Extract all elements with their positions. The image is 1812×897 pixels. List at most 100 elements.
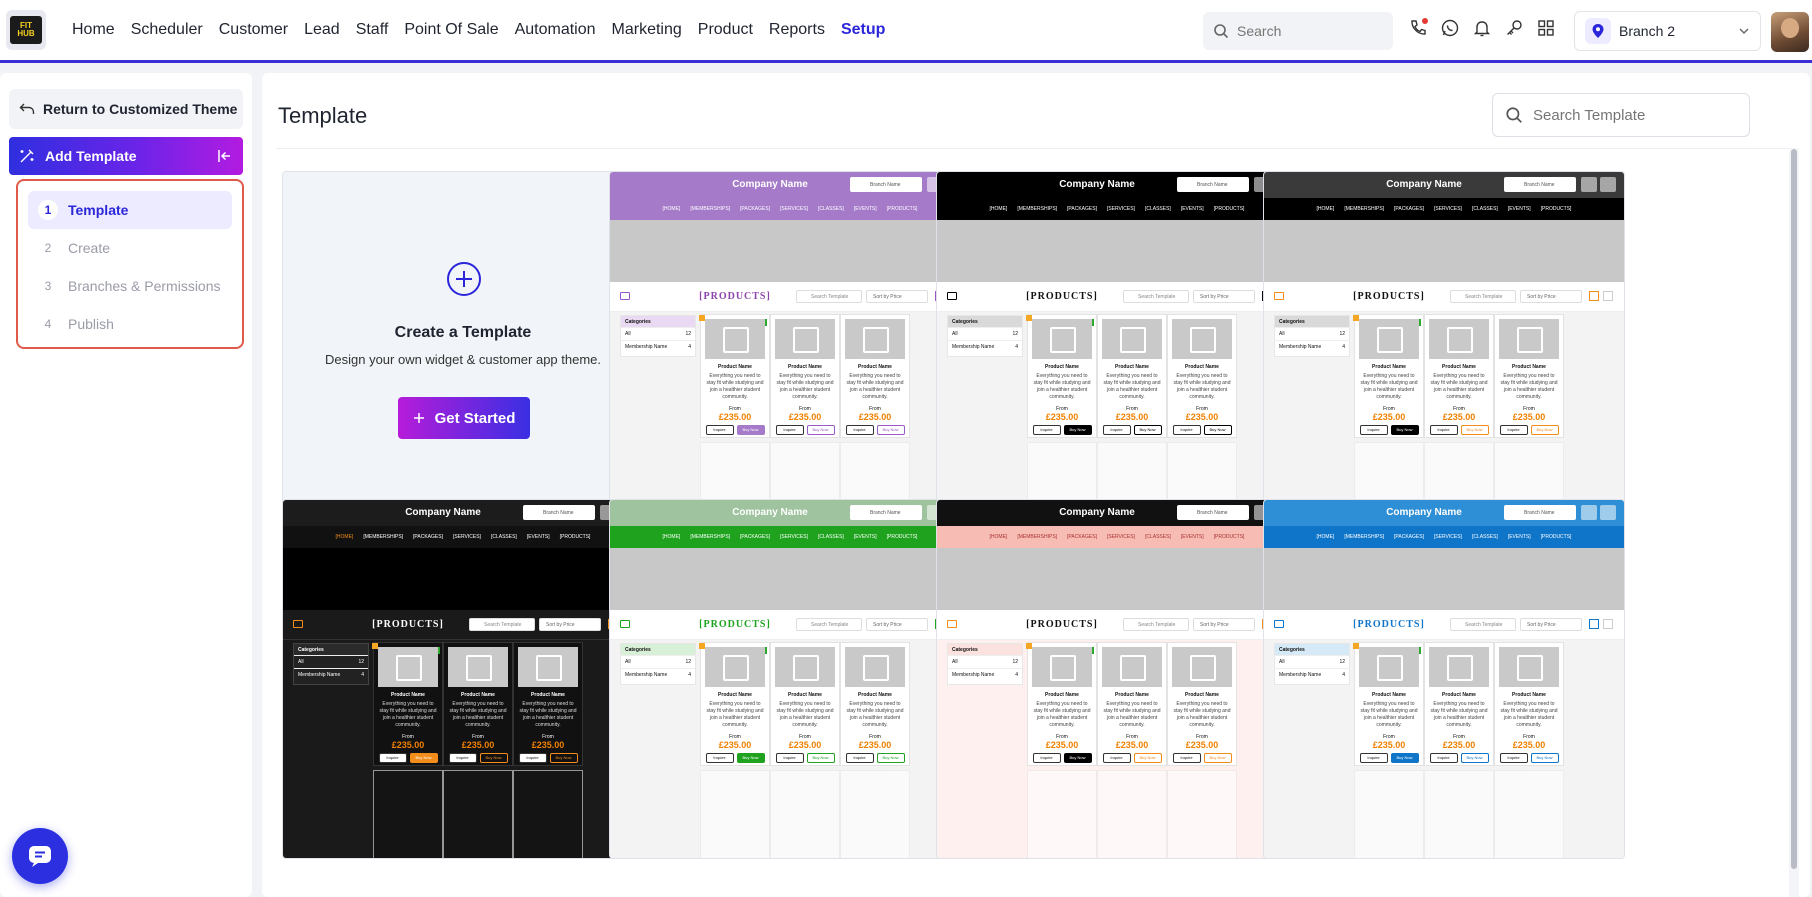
cat-membership-count: 4 (688, 672, 691, 678)
preview-products-title: [PRODUCTS] (1026, 619, 1098, 630)
preview-product-desc: Everything you need to stay fit while st… (1173, 373, 1231, 400)
nav-item-setup[interactable]: Setup (833, 21, 893, 39)
nav-item-customer[interactable]: Customer (211, 21, 296, 39)
preview-menu-item: [CLASSES] (817, 206, 844, 212)
preview-product-card: 33% OffProduct NameEverything you need t… (699, 642, 770, 766)
preview-sort: Sort by Price (866, 290, 928, 303)
preview-inquire: Inquire (1102, 753, 1131, 763)
preview-menu-item: [HOME] (989, 534, 1008, 540)
preview-menu: [HOME] [MEMBERSHIPS] [PACKAGES] [SERVICES] [… (937, 526, 1297, 548)
image-icon (1274, 292, 1284, 300)
nav-item-point-of-sale[interactable]: Point Of Sale (396, 21, 506, 39)
image-placeholder-icon (1102, 319, 1162, 359)
grid-view-icon (1589, 619, 1599, 629)
preview-inquire: Inquire (775, 753, 804, 763)
preview-body: Categories All 12 Membership Name 4 33% OffPr… (283, 640, 643, 858)
phone-icon[interactable] (1408, 18, 1428, 38)
preview-menu-item: [PACKAGES] (1394, 206, 1424, 212)
preview-product-card: Product Name Everything you need to stay … (443, 642, 513, 766)
preview-ghost-card (1027, 770, 1097, 858)
theme-card[interactable]: Company Name Branch Name [HOME] [MEMBERSHIP… (936, 499, 1298, 859)
preview-categories-title: Categories (294, 644, 368, 655)
theme-card-amethyst[interactable]: Company Name Branch Name [HOME] [MEMBERSHIP… (609, 171, 971, 531)
preview-ghost-card (1424, 770, 1494, 858)
nav-item-marketing[interactable]: Marketing (604, 21, 690, 39)
nav-item-product[interactable]: Product (690, 21, 761, 39)
wizard-step-publish[interactable]: 4 Publish (28, 305, 232, 343)
cat-all-count: 12 (685, 331, 691, 337)
preview-buy-now: Buy Now (1063, 425, 1092, 435)
return-to-customized-theme-button[interactable]: Return to Customized Theme (9, 89, 243, 129)
image-placeholder-icon (1429, 647, 1489, 687)
theme-card[interactable]: Company Name Branch Name [HOME] [MEMBERSHIP… (282, 499, 644, 859)
global-search[interactable] (1203, 12, 1393, 50)
branch-selector[interactable]: Branch 2 (1574, 11, 1761, 51)
preview-product-card: Product Name Everything you need to stay … (1494, 314, 1564, 438)
preview-inquire: Inquire (1102, 425, 1131, 435)
preview-sort: Sort by Price (539, 618, 601, 631)
preview-product-name: Product Name (858, 364, 892, 370)
preview-menu-item: [EVENTS] (526, 534, 550, 540)
preview-buy-now: Buy Now (1460, 753, 1489, 763)
preview-menu-item: [MEMBERSHIPS] (1344, 534, 1385, 540)
return-arrow-icon (19, 103, 35, 114)
preview-products-title: [PRODUCTS] (1353, 619, 1425, 630)
preview-header: Company Name Branch Name (1264, 500, 1624, 526)
preview-product-desc: Everything you need to stay fit while st… (846, 373, 904, 400)
preview-hero-banner (1264, 220, 1624, 282)
chat-support-button[interactable] (12, 828, 68, 884)
cat-membership-count: 4 (1342, 672, 1345, 678)
theme-card[interactable]: Company Name Branch Name [HOME] [MEMBERSHIP… (1263, 499, 1625, 859)
nav-item-lead[interactable]: Lead (296, 21, 348, 39)
get-started-button[interactable]: Get Started (398, 397, 530, 439)
preview-menu-item: [MEMBERSHIPS] (1017, 534, 1058, 540)
preview-menu-item: [PACKAGES] (1067, 206, 1097, 212)
apps-grid-icon[interactable] (1536, 18, 1556, 38)
cat-all-count: 12 (685, 659, 691, 665)
preview-products-bar: [PRODUCTS] Search Template Sort by Price (937, 610, 1297, 640)
create-template-card[interactable]: Create a Template Design your own widget… (282, 171, 644, 531)
scrollbar-thumb[interactable] (1791, 149, 1797, 869)
preview-price: £235.00 (1442, 740, 1476, 750)
nav-item-staff[interactable]: Staff (348, 21, 397, 39)
nav-item-home[interactable]: Home (64, 21, 123, 39)
nav-item-scheduler[interactable]: Scheduler (123, 21, 211, 39)
global-search-input[interactable] (1237, 23, 1377, 39)
wizard-step-branches-permissions[interactable]: 3 Branches & Permissions (28, 267, 232, 305)
preview-categories-title: Categories (1275, 316, 1349, 327)
template-search-input[interactable] (1533, 106, 1733, 124)
nav-item-reports[interactable]: Reports (761, 21, 833, 39)
step-number: 1 (38, 200, 58, 220)
bell-icon[interactable] (1472, 18, 1492, 38)
theme-card-charcoal[interactable]: Company Name Branch Name [HOME] [MEMBERSHIP… (1263, 171, 1625, 531)
preview-branch-select: Branch Name (850, 505, 922, 520)
wizard-step-template[interactable]: 1 Template (28, 191, 232, 229)
preview-branch-select: Branch Name (1504, 505, 1576, 520)
preview-categories: Categories All 12 Membership Name 4 (1274, 643, 1350, 685)
cat-membership-label: Membership Name (1279, 672, 1322, 678)
preview-products-title: [PRODUCTS] (1026, 291, 1098, 302)
preview-search: Search Template (1123, 618, 1189, 631)
whatsapp-icon[interactable] (1440, 18, 1460, 38)
key-icon[interactable] (1504, 18, 1524, 38)
preview-header: Company Name Branch Name (610, 172, 970, 198)
preview-menu: [HOME] [MEMBERSHIPS] [PACKAGES] [SERVICES] [… (283, 526, 643, 548)
image-placeholder-icon (1359, 647, 1419, 687)
template-search[interactable] (1492, 93, 1750, 137)
nav-item-automation[interactable]: Automation (507, 21, 604, 39)
cat-all-count: 12 (1012, 659, 1018, 665)
preview-product-name: Product Name (1442, 692, 1476, 698)
wizard-step-create[interactable]: 2 Create (28, 229, 232, 267)
theme-card[interactable]: Company Name Branch Name [HOME] [MEMBERSHIP… (609, 499, 971, 859)
theme-card-black[interactable]: Company Name Branch Name [HOME] [MEMBERSHIP… (936, 171, 1298, 531)
preview-header: Company Name Branch Name (283, 500, 643, 526)
collapse-sidebar-icon[interactable] (217, 148, 233, 164)
preview-sort: Sort by Price (1193, 618, 1255, 631)
app-logo[interactable]: FIT HUB (6, 10, 46, 50)
user-avatar[interactable] (1771, 12, 1809, 52)
image-icon (947, 292, 957, 300)
preview-product-desc: Everything you need to stay fit while st… (776, 701, 834, 728)
preview-menu-item: [EVENTS] (1180, 534, 1204, 540)
plus-circle-icon (447, 262, 481, 296)
preview-categories-title: Categories (1275, 644, 1349, 655)
